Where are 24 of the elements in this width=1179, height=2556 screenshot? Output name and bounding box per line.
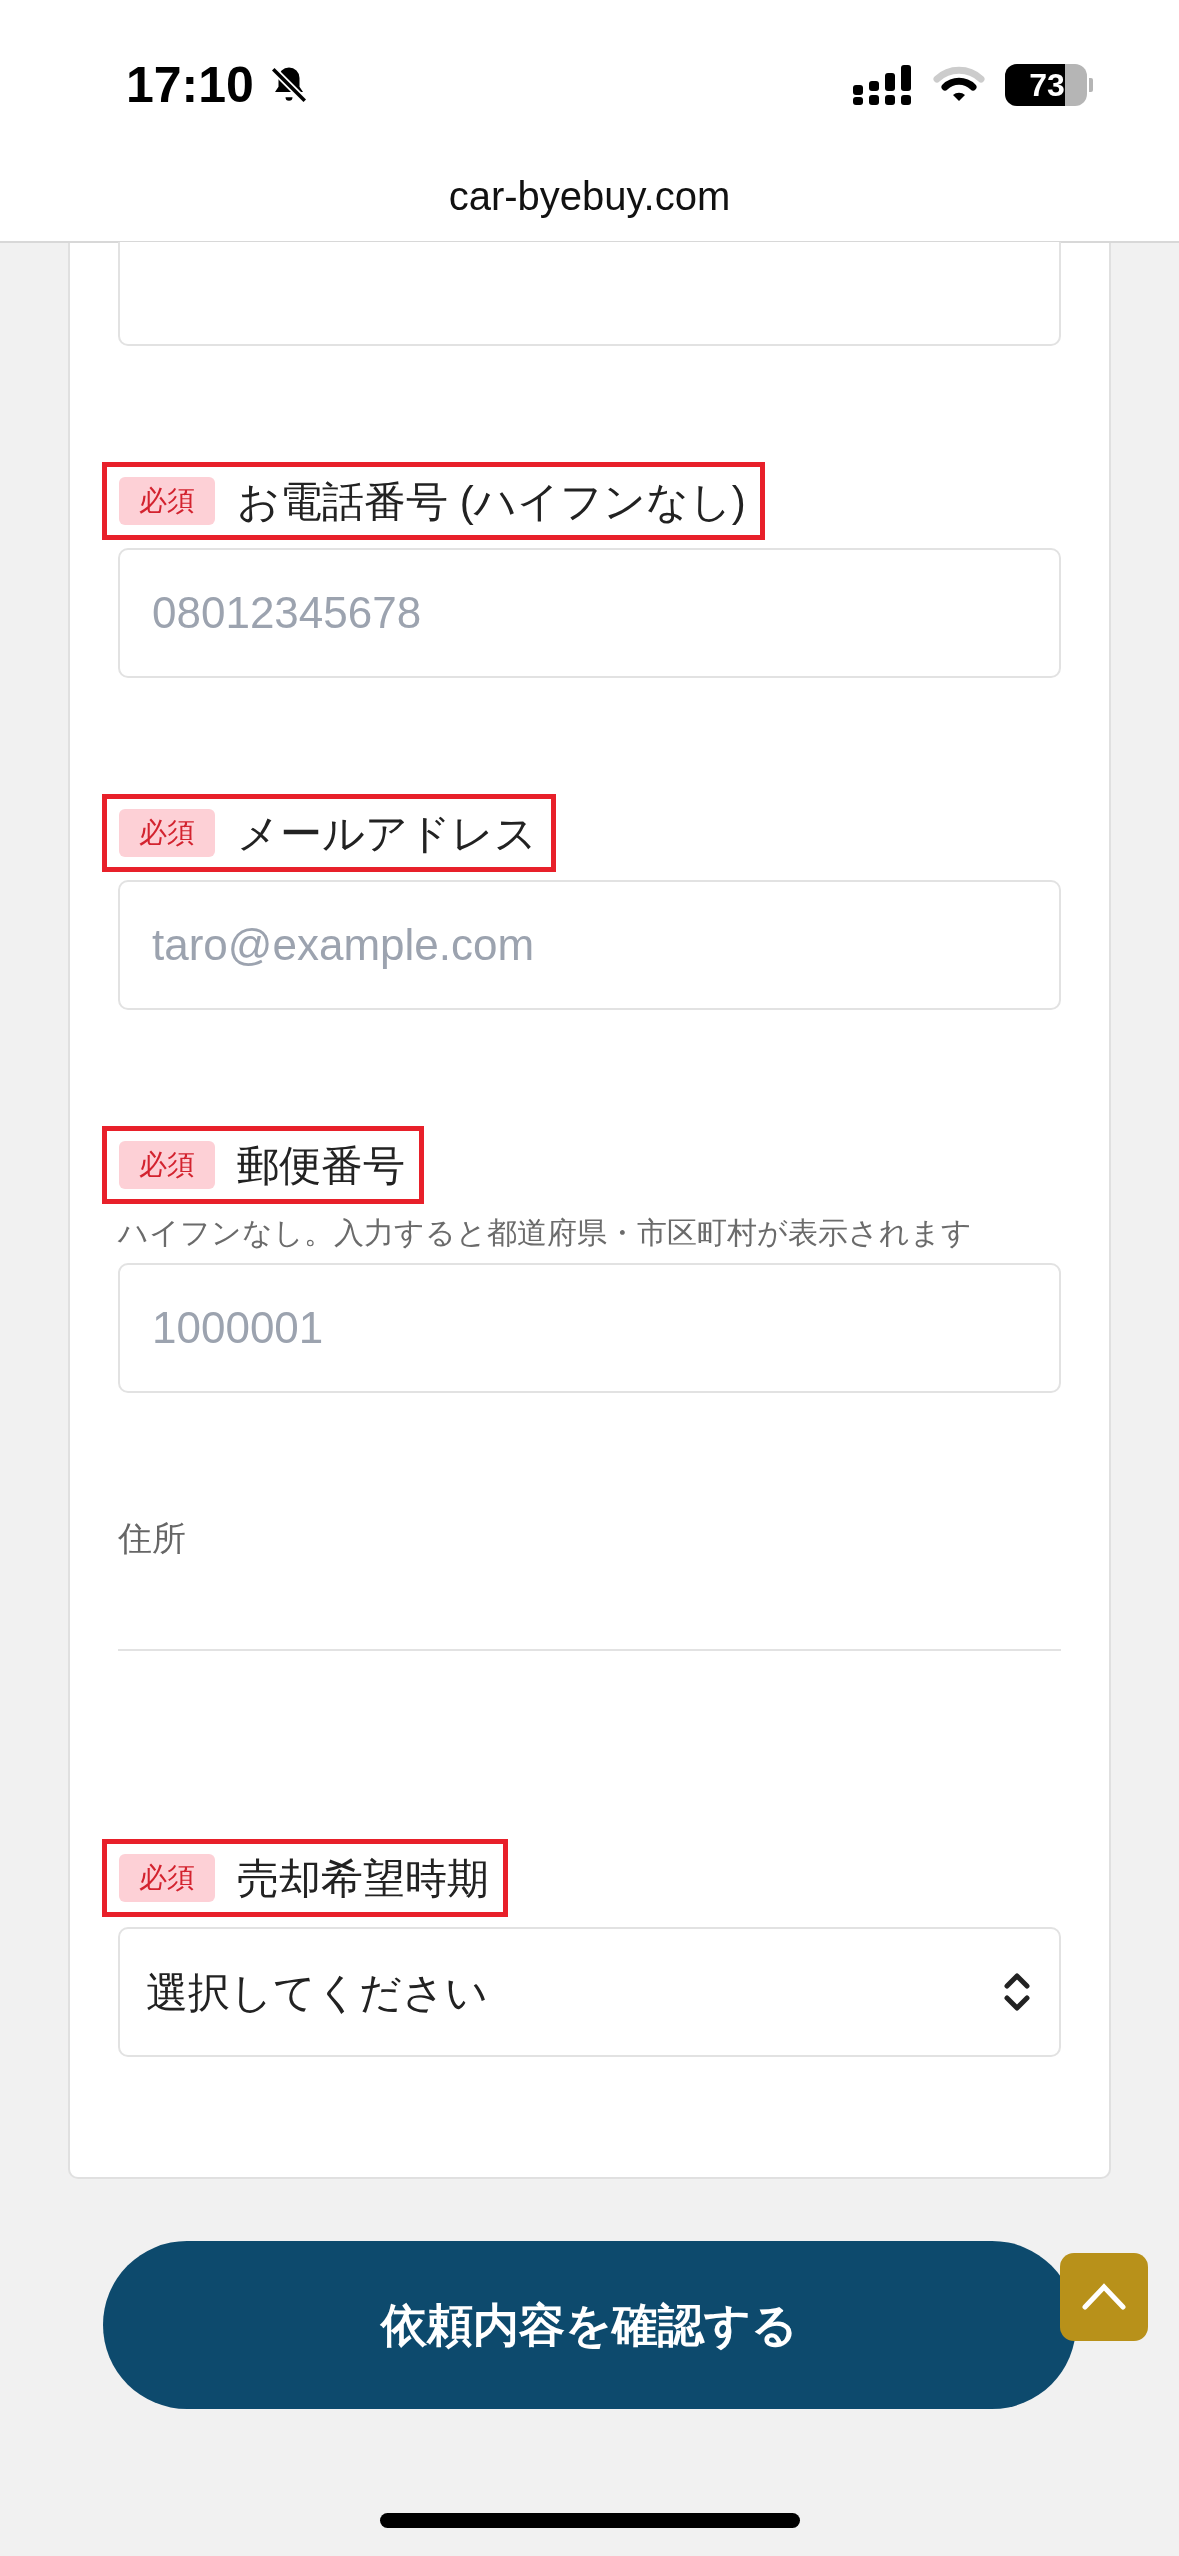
- field-label: 郵便番号: [237, 1140, 405, 1191]
- input-field[interactable]: 1000001: [118, 1263, 1061, 1393]
- field-label: お電話番号 (ハイフンなし): [237, 476, 746, 527]
- required-badge: 必須: [119, 1854, 215, 1902]
- input-field[interactable]: 08012345678: [118, 548, 1061, 678]
- chevron-up-down-icon: [1001, 1972, 1033, 2012]
- hint-text: ハイフンなし。入力すると都道府県・市区町村が表示されます: [118, 1215, 973, 1251]
- signal-icon: [853, 65, 913, 105]
- field-label: 売却希望時期: [237, 1853, 489, 1904]
- required-badge: 必須: [119, 809, 215, 857]
- confirm-button[interactable]: 依頼内容を確認する: [103, 2241, 1076, 2409]
- scroll-top-button[interactable]: [1060, 2253, 1148, 2341]
- url-text[interactable]: car-byebuy.com: [448, 165, 731, 226]
- battery-level: 73: [1029, 69, 1065, 101]
- required-badge: 必須: [119, 477, 215, 525]
- input-field[interactable]: [118, 242, 1061, 346]
- select-value: 選択してください: [146, 1967, 488, 2018]
- required-badge: 必須: [119, 1141, 215, 1189]
- select-field[interactable]: 選択してください: [118, 1927, 1061, 2057]
- field-label: 住所: [118, 1517, 186, 1559]
- input-field[interactable]: taro@example.com: [118, 880, 1061, 1010]
- field-label: メールアドレス: [237, 808, 537, 859]
- chevron-up-icon: [1081, 2283, 1127, 2311]
- status-time: 17:10: [126, 55, 254, 115]
